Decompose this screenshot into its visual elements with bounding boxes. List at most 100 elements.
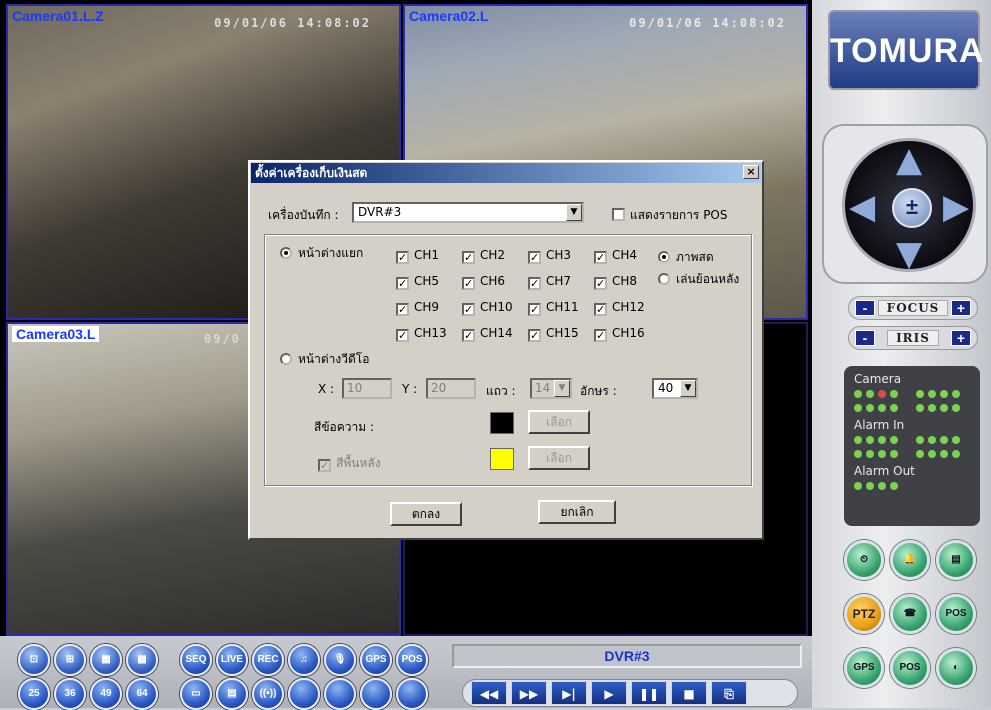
gps-button[interactable]: GPS — [844, 648, 884, 688]
channel-checkbox-5[interactable]: ✓ CH5 — [396, 274, 439, 290]
iris-minus-button[interactable]: - — [855, 330, 875, 346]
channel-checkbox-13[interactable]: ✓ CH13 — [396, 326, 447, 342]
y-input[interactable]: 20 — [426, 378, 476, 399]
split-window-radio[interactable]: หน้าต่างแยก — [280, 244, 363, 263]
x-label: X : — [318, 382, 335, 396]
blank-button[interactable] — [360, 678, 392, 710]
show-pos-checkbox[interactable]: แสดงรายการ POS — [612, 206, 728, 225]
channel-checkbox-16[interactable]: ✓ CH16 — [594, 326, 645, 342]
layout-36-button[interactable]: 36 — [54, 678, 86, 710]
close-button[interactable]: × — [743, 165, 759, 179]
checkbox-box[interactable] — [612, 208, 625, 221]
ptz-right-icon[interactable]: ▶ — [943, 190, 969, 224]
playback-radio[interactable]: เล่นย้อนหลัง — [658, 270, 739, 289]
cancel-button[interactable]: ยกเลิก — [538, 500, 616, 524]
blank-button[interactable] — [288, 678, 320, 710]
ptz-left-icon[interactable]: ◀ — [849, 190, 875, 224]
chevron-down-icon[interactable]: ▼ — [680, 380, 696, 397]
layout-9-button[interactable]: ▦ — [90, 644, 122, 676]
text-color-choose-button[interactable]: เลือก — [528, 410, 590, 434]
channel-checkbox-9[interactable]: ✓ CH9 — [396, 300, 439, 316]
schedule-clock-button[interactable]: ⏲ — [844, 540, 884, 580]
ptz-joystick: ▲ ▼ ◀ ▶ ± — [842, 138, 976, 272]
sequence-button[interactable]: SEQ — [180, 644, 212, 676]
playback-label: เล่นย้อนหลัง — [676, 272, 740, 286]
channel-checkbox-12[interactable]: ✓ CH12 — [594, 300, 645, 316]
layout-49-button[interactable]: 49 — [90, 678, 122, 710]
stop-button[interactable]: ■ — [671, 681, 707, 705]
bottom-toolbar: ⊡ ⊞ ▦ ▩ 25 36 49 64 SEQ LIVE REC ♫ 🎙 GPS… — [0, 636, 812, 710]
microphone-icon[interactable]: 🎙 — [324, 644, 356, 676]
recorder-select[interactable]: DVR#3 ▼ — [352, 202, 584, 223]
play-button[interactable]: ▶ — [591, 681, 627, 705]
chevron-down-icon[interactable]: ▼ — [554, 380, 570, 397]
blank-button[interactable] — [396, 678, 428, 710]
layout-16-button[interactable]: ▩ — [126, 644, 158, 676]
recorder-label: เครื่องบันทึก : — [268, 208, 339, 222]
pos-settings-button[interactable]: POS — [936, 594, 976, 634]
bg-color-checkbox[interactable]: ✓ สีพื้นหลัง — [318, 454, 381, 473]
pos-button[interactable]: POS — [890, 648, 930, 688]
layout-1-button[interactable]: ⊡ — [18, 644, 50, 676]
row-select[interactable]: 14 ▼ — [530, 378, 572, 399]
globe-button[interactable]: ◐ — [936, 648, 976, 688]
blank-button[interactable] — [324, 678, 356, 710]
focus-minus-button[interactable]: - — [855, 300, 875, 316]
gps-map-button[interactable]: GPS — [360, 644, 392, 676]
video-window-radio[interactable]: หน้าต่างวีดีโอ — [280, 350, 369, 369]
channel-checkbox-15[interactable]: ✓ CH15 — [528, 326, 579, 342]
fast-forward-button[interactable]: ▶▶ — [511, 681, 547, 705]
iris-plus-button[interactable]: + — [951, 330, 971, 346]
ptz-up-icon[interactable]: ▲ — [896, 143, 922, 177]
keyboard-icon[interactable]: ▭ — [180, 678, 212, 710]
bg-color-choose-button[interactable]: เลือก — [528, 446, 590, 470]
headphone-icon[interactable]: ♫ — [288, 644, 320, 676]
bg-color-label: สีพื้นหลัง — [336, 456, 381, 470]
layout-25-button[interactable]: 25 — [18, 678, 50, 710]
monitor-config-button[interactable]: ▤ — [936, 540, 976, 580]
chevron-down-icon[interactable]: ▼ — [566, 204, 582, 221]
channel-checkbox-2[interactable]: ✓ CH2 — [462, 248, 505, 264]
channel-checkbox-8[interactable]: ✓ CH8 — [594, 274, 637, 290]
radio-button[interactable] — [658, 251, 670, 263]
film-icon[interactable]: ▤ — [216, 678, 248, 710]
record-button[interactable]: REC — [252, 644, 284, 676]
status-panel: Camera Alarm In Alarm Out — [844, 366, 980, 526]
channel-checkbox-7[interactable]: ✓ CH7 — [528, 274, 571, 290]
network-camera-button[interactable]: ☎ — [890, 594, 930, 634]
channel-checkbox-10[interactable]: ✓ CH10 — [462, 300, 513, 316]
led-indicator — [854, 390, 862, 398]
led-indicator — [890, 390, 898, 398]
wireless-icon[interactable]: ((•)) — [252, 678, 284, 710]
row-label: แถว : — [486, 384, 516, 398]
channel-checkbox-4[interactable]: ✓ CH4 — [594, 248, 637, 264]
layout-4-button[interactable]: ⊞ — [54, 644, 86, 676]
pause-button[interactable]: ❚❚ — [631, 681, 667, 705]
layout-64-button[interactable]: 64 — [126, 678, 158, 710]
radio-button[interactable] — [658, 273, 670, 285]
ptz-button[interactable]: PTZ — [844, 594, 884, 634]
channel-checkbox-3[interactable]: ✓ CH3 — [528, 248, 571, 264]
channel-checkbox-6[interactable]: ✓ CH6 — [462, 274, 505, 290]
radio-button[interactable] — [280, 353, 292, 365]
alarm-bell-button[interactable]: 🔔 — [890, 540, 930, 580]
camera-leds-row2 — [854, 404, 970, 412]
ptz-down-icon[interactable]: ▼ — [896, 237, 922, 271]
x-input[interactable]: 10 — [342, 378, 392, 399]
focus-plus-button[interactable]: + — [951, 300, 971, 316]
channel-checkbox-14[interactable]: ✓ CH14 — [462, 326, 513, 342]
copy-button[interactable]: ⎘ — [711, 681, 747, 705]
alarm-out-label: Alarm Out — [854, 464, 915, 478]
camera-timestamp: 09/01/06 14:08:02 — [214, 16, 371, 30]
pos-toolbar-button[interactable]: POS — [396, 644, 428, 676]
step-forward-button[interactable]: ▶| — [551, 681, 587, 705]
channel-checkbox-11[interactable]: ✓ CH11 — [528, 300, 579, 316]
live-button[interactable]: LIVE — [216, 644, 248, 676]
radio-button[interactable] — [280, 247, 292, 259]
rewind-button[interactable]: ◀◀ — [471, 681, 507, 705]
zoom-center-button[interactable]: ± — [892, 188, 932, 228]
channel-checkbox-1[interactable]: ✓ CH1 — [396, 248, 439, 264]
char-select[interactable]: 40 ▼ — [652, 378, 698, 399]
ok-button[interactable]: ตกลง — [390, 502, 462, 526]
live-radio[interactable]: ภาพสด — [658, 248, 714, 267]
